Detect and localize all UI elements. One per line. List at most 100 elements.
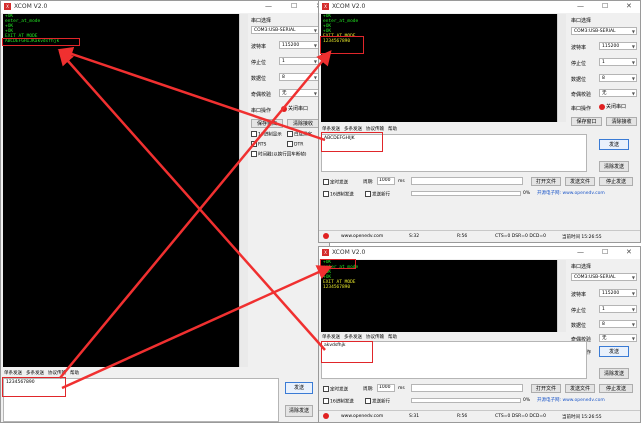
newline-send-checkbox[interactable]: 发送新行 [365, 191, 390, 198]
timed-send-checkbox[interactable]: 定时发送 [323, 386, 348, 393]
minimize-icon[interactable]: — [577, 248, 584, 256]
stop-bits-label: 停止位 [571, 61, 587, 67]
clear-send-button[interactable]: 清除发送 [599, 161, 629, 172]
send-file-button[interactable]: 发送文件 [565, 177, 595, 186]
white-bg-checkbox[interactable]: 白底黑字 [287, 131, 312, 138]
openedv-link[interactable]: 开源电子网: www.openedv.com [537, 190, 605, 196]
rts-checkbox[interactable]: RTS [251, 141, 266, 148]
clear-send-button[interactable]: 清除发送 [599, 368, 629, 379]
port-status-icon [599, 103, 605, 110]
hex-send-label: 16进制发送 [330, 192, 354, 198]
data-bits-label: 数据位 [571, 323, 587, 329]
dtr-checkbox[interactable]: DTR [287, 141, 303, 148]
app-logo-icon: X [322, 3, 329, 10]
data-bits-select[interactable]: 8 ▼ [279, 73, 319, 81]
stop-bits-select[interactable]: 1 ▼ [599, 305, 637, 313]
close-port-label: 关闭串口 [288, 106, 309, 112]
timestamp-checkbox[interactable]: 时间戳(以换行回车断帧) [251, 151, 307, 158]
openedv-link[interactable]: 开源电子网: www.openedv.com [537, 397, 605, 403]
baud-label: 波特率 [571, 45, 587, 51]
period-input[interactable]: 1000 [377, 177, 395, 185]
highlight-box-top-received [320, 36, 364, 54]
hex-send-checkbox[interactable]: 16进制发送 [323, 191, 354, 198]
chevron-down-icon: ▼ [631, 44, 635, 49]
file-path-input[interactable] [411, 384, 523, 392]
chevron-down-icon: ▼ [313, 91, 317, 96]
terminal-scrollbar[interactable] [557, 260, 566, 332]
maximize-icon[interactable]: ☐ [291, 2, 297, 10]
close-port-button[interactable]: 关闭串口 [599, 103, 626, 110]
tab-help[interactable]: 帮助 [388, 127, 397, 132]
maximize-icon[interactable]: ☐ [602, 248, 608, 256]
tab-single-send[interactable]: 单条发送 [4, 371, 22, 376]
period-input[interactable]: 1000 [377, 384, 395, 392]
site-link[interactable]: www.openedv.com [341, 234, 383, 239]
hex-send-checkbox[interactable]: 16进制发送 [323, 398, 354, 405]
port-select[interactable]: COM3:USB-SERIAL ▼ [251, 26, 319, 34]
tab-multi-send[interactable]: 多条发送 [344, 335, 362, 340]
parity-select[interactable]: 无 ▼ [599, 89, 637, 97]
send-button[interactable]: 发送 [599, 346, 629, 357]
close-icon[interactable]: ✕ [626, 2, 632, 10]
data-bits-select[interactable]: 8 ▼ [599, 74, 637, 82]
title-bar: X XCOM V2.0 — ☐ ✕ [319, 247, 640, 259]
progress-percent: 0% [523, 191, 531, 196]
receive-terminal[interactable]: +OK enter_at_mode +OK +OK EXIT AT MODE A… [3, 14, 239, 367]
timed-send-checkbox[interactable]: 定时发送 [323, 179, 348, 186]
send-tabs: 单条发送 多条发送 协议传输 帮助 [4, 370, 83, 376]
clear-receive-button[interactable]: 清除接收 [606, 117, 637, 126]
close-icon[interactable]: ✕ [626, 248, 632, 256]
baud-select[interactable]: 115200 ▼ [279, 41, 319, 49]
open-file-button[interactable]: 打开文件 [531, 177, 561, 186]
baud-select[interactable]: 115200 ▼ [599, 42, 637, 50]
status-bar: www.openedv.com S:32 R:56 CTS=0 DSR=0 DC… [319, 230, 640, 242]
data-bits-label: 数据位 [251, 76, 267, 82]
maximize-icon[interactable]: ☐ [602, 2, 608, 10]
stop-bits-select[interactable]: 1 ▼ [599, 58, 637, 66]
tab-protocol[interactable]: 协议传输 [48, 371, 66, 376]
terminal-scrollbar[interactable] [239, 14, 248, 367]
current-time: 当前时间 15:26:55 [562, 235, 602, 240]
checkbox-box [287, 141, 293, 147]
clear-receive-button[interactable]: 清除接收 [287, 119, 319, 128]
stop-send-button[interactable]: 停止发送 [599, 384, 633, 393]
stop-bits-select[interactable]: 1 ▼ [279, 57, 319, 65]
tab-multi-send[interactable]: 多条发送 [26, 371, 44, 376]
tab-help[interactable]: 帮助 [70, 371, 79, 376]
port-label: 串口选择 [251, 18, 272, 24]
parity-select[interactable]: 无 ▼ [599, 334, 637, 342]
gear-icon[interactable] [323, 413, 329, 419]
port-label: 串口选择 [571, 264, 592, 270]
send-progress-bar [411, 398, 521, 403]
file-path-input[interactable] [411, 177, 523, 185]
tab-protocol[interactable]: 协议传输 [366, 335, 384, 340]
newline-send-checkbox[interactable]: 发送新行 [365, 398, 390, 405]
receive-terminal[interactable]: +OK enter_at_mode +OK +OK EXIT AT MODE 1… [321, 14, 557, 122]
close-port-button[interactable]: 关闭串口 [281, 105, 308, 112]
receive-terminal[interactable]: +OK enter_at_mode +OK +OK EXIT AT MODE 1… [321, 260, 557, 332]
send-count: S:31 [409, 414, 420, 419]
hex-display-checkbox[interactable]: 16进制显示 [251, 131, 282, 138]
send-file-button[interactable]: 发送文件 [565, 384, 595, 393]
port-select[interactable]: COM3:USB-SERIAL ▼ [571, 273, 637, 281]
clear-send-button[interactable]: 清除发送 [285, 405, 313, 417]
minimize-icon[interactable]: — [265, 2, 272, 10]
tab-single-send[interactable]: 单条发送 [322, 335, 340, 340]
save-window-button[interactable]: 保存窗口 [251, 119, 283, 128]
tab-help[interactable]: 帮助 [388, 335, 397, 340]
port-select[interactable]: COM3:USB-SERIAL ▼ [571, 27, 637, 35]
stop-send-button[interactable]: 停止发送 [599, 177, 633, 186]
data-bits-select[interactable]: 8 ▼ [599, 320, 637, 328]
save-window-button[interactable]: 保存窗口 [571, 117, 602, 126]
open-file-button[interactable]: 打开文件 [531, 384, 561, 393]
minimize-icon[interactable]: — [577, 2, 584, 10]
baud-select[interactable]: 115200 ▼ [599, 289, 637, 297]
gear-icon[interactable] [323, 233, 329, 239]
terminal-scrollbar[interactable] [557, 14, 566, 122]
send-button[interactable]: 发送 [599, 139, 629, 150]
timed-send-label: 定时发送 [330, 387, 348, 393]
parity-select[interactable]: 无 ▼ [279, 89, 319, 97]
send-button[interactable]: 发送 [285, 382, 313, 394]
baud-value: 115200 [282, 43, 300, 48]
site-link[interactable]: www.openedv.com [341, 414, 383, 419]
